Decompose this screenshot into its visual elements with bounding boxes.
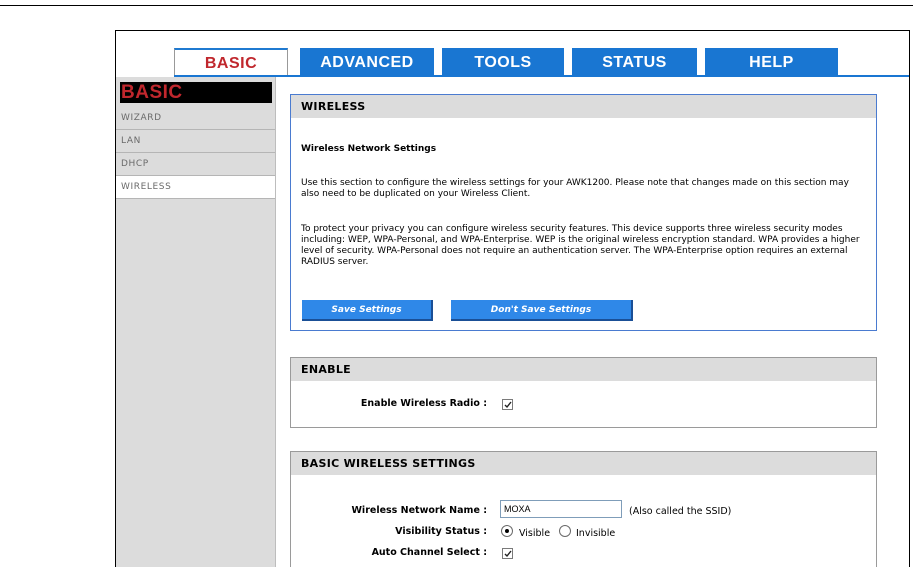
visibility-visible-radio[interactable] [501, 525, 513, 537]
enable-panel: ENABLE Enable Wireless Radio : [290, 357, 877, 428]
auto-channel-select-checkbox[interactable] [502, 548, 513, 559]
enable-panel-title: ENABLE [291, 358, 876, 381]
router-web-ui: BASIC ADVANCED TOOLS STATUS HELP BASIC W… [115, 30, 910, 567]
tab-status[interactable]: STATUS [572, 48, 697, 77]
visibility-invisible-label: Invisible [576, 528, 616, 539]
tab-tools[interactable]: TOOLS [442, 48, 564, 77]
wireless-intro-text: Use this section to configure the wirele… [301, 178, 849, 199]
tab-help[interactable]: HELP [705, 48, 838, 77]
visibility-visible-label: Visible [519, 528, 551, 539]
wireless-security-text: To protect your privacy you can configur… [301, 224, 860, 267]
sidebar-divider [275, 77, 276, 567]
tab-basic[interactable]: BASIC [174, 48, 288, 77]
basic-wireless-settings-title: BASIC WIRELESS SETTINGS [291, 452, 876, 475]
enable-wireless-radio-checkbox[interactable] [502, 399, 513, 410]
radio-dot-icon [505, 529, 509, 533]
tab-advanced[interactable]: ADVANCED [300, 48, 434, 77]
sidebar-title: BASIC [120, 82, 272, 103]
sidebar: BASIC WIZARD LAN DHCP WIRELESS [116, 77, 275, 567]
ssid-hint: (Also called the SSID) [629, 506, 732, 517]
save-settings-button[interactable]: Save Settings [302, 300, 433, 321]
sidebar-item-dhcp[interactable]: DHCP [116, 153, 275, 176]
ssid-label: Wireless Network Name : [351, 505, 487, 516]
top-rule [0, 5, 913, 6]
visibility-invisible-radio[interactable] [559, 525, 571, 537]
dont-save-settings-button[interactable]: Don't Save Settings [451, 300, 633, 321]
tab-bar: BASIC ADVANCED TOOLS STATUS HELP [116, 31, 909, 77]
auto-channel-select-label: Auto Channel Select : [371, 547, 487, 558]
sidebar-item-wireless[interactable]: WIRELESS [116, 176, 275, 199]
visibility-status-label: Visibility Status : [395, 526, 487, 537]
wireless-panel: WIRELESS Wireless Network Settings Use t… [290, 94, 877, 331]
wireless-settings-subtitle: Wireless Network Settings [301, 144, 437, 154]
sidebar-item-lan[interactable]: LAN [116, 130, 275, 153]
check-icon [504, 401, 512, 409]
check-icon [504, 550, 512, 558]
enable-wireless-radio-label: Enable Wireless Radio : [360, 398, 487, 409]
wireless-panel-title: WIRELESS [291, 95, 876, 118]
basic-wireless-settings-panel: BASIC WIRELESS SETTINGS Wireless Network… [290, 451, 877, 567]
sidebar-item-wizard[interactable]: WIZARD [116, 107, 275, 130]
ssid-input[interactable] [500, 500, 622, 518]
